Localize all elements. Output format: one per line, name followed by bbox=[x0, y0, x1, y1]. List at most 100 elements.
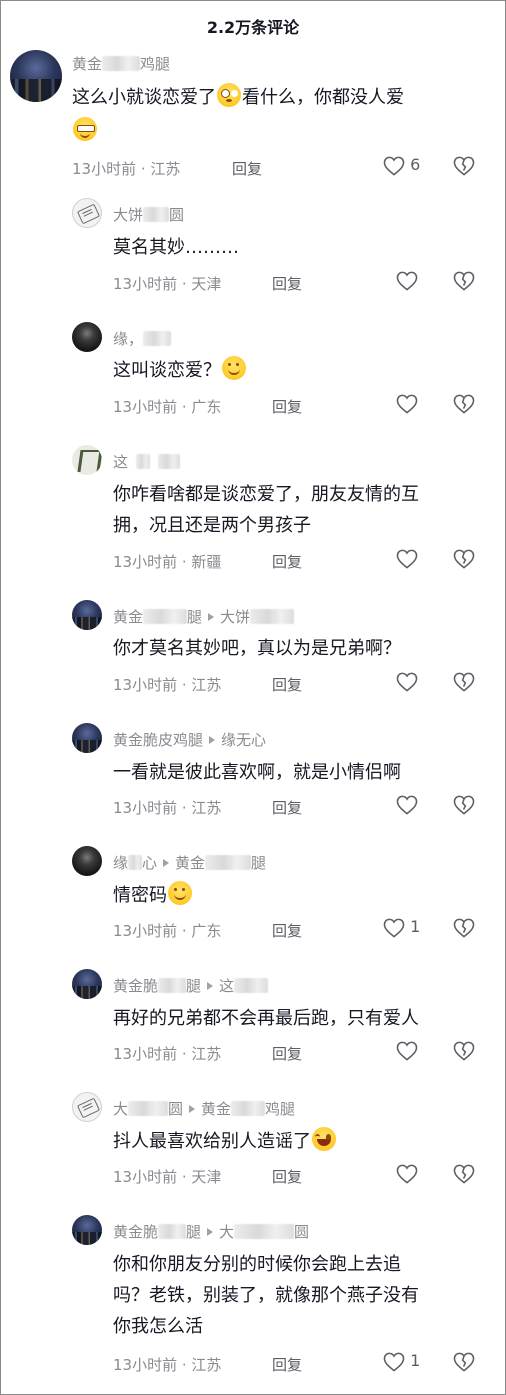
dislike-button[interactable] bbox=[453, 671, 475, 692]
like-button[interactable] bbox=[396, 393, 418, 414]
comment-author[interactable]: 黄金脆 腿大 圆 bbox=[113, 1221, 309, 1242]
broken-heart-icon bbox=[453, 795, 475, 815]
like-button[interactable]: 1 bbox=[383, 1351, 420, 1372]
comment-author[interactable]: 黄金脆皮鸡腿 缘无心 bbox=[113, 729, 266, 750]
comment-author[interactable]: 缘， bbox=[113, 328, 172, 349]
like-button[interactable] bbox=[396, 1040, 418, 1061]
author-name-part: 这 bbox=[113, 453, 129, 471]
comment-meta: 13小时前 · 广东 bbox=[113, 920, 221, 941]
like-button[interactable] bbox=[396, 548, 418, 569]
comment-time: 13小时前 bbox=[113, 1045, 178, 1063]
comment-author[interactable]: 大 圆黄金 鸡腿 bbox=[113, 1098, 295, 1119]
comment-author[interactable]: 黄金 鸡腿 bbox=[72, 53, 170, 74]
avatar[interactable] bbox=[72, 322, 102, 352]
reply-button[interactable]: 回复 bbox=[272, 674, 302, 695]
dislike-button[interactable] bbox=[453, 1040, 475, 1061]
comment-author[interactable]: 这 bbox=[113, 451, 181, 472]
comment-author[interactable]: 大饼 圆 bbox=[113, 204, 184, 225]
comment-author[interactable]: 黄金脆 腿这 bbox=[113, 975, 269, 996]
dislike-button[interactable] bbox=[453, 393, 475, 414]
avatar[interactable] bbox=[72, 198, 102, 228]
author-name-part: 黄金 bbox=[113, 608, 144, 626]
avatar[interactable] bbox=[10, 50, 62, 102]
comment-text-line: 看什么，你都没人爱 bbox=[242, 87, 404, 108]
reply-button[interactable]: 回复 bbox=[272, 396, 302, 417]
reply-to-name-part: 大饼 bbox=[220, 608, 251, 626]
broken-heart-icon bbox=[453, 156, 475, 176]
avatar[interactable] bbox=[72, 1215, 102, 1245]
comment-meta: 13小时前 · 新疆 bbox=[113, 551, 221, 572]
like-button[interactable] bbox=[396, 270, 418, 291]
comment-time: 13小时前 bbox=[113, 799, 178, 817]
reply-to-name-part: 黄金 bbox=[201, 1100, 232, 1118]
like-button[interactable]: 6 bbox=[383, 155, 420, 176]
comment-text-body: 情密码 bbox=[113, 885, 167, 906]
meta-separator: · bbox=[177, 1168, 192, 1186]
avatar[interactable] bbox=[72, 1092, 102, 1122]
redacted-blur bbox=[143, 331, 172, 346]
dislike-button[interactable] bbox=[453, 155, 475, 176]
avatar[interactable] bbox=[72, 846, 102, 876]
grin-emoji-icon bbox=[73, 117, 97, 141]
author-name-part: 黄金脆 bbox=[113, 977, 159, 995]
comment-text: 你和你朋友分别的时候你会跑上去追 吗？老铁，别装了，就像那个燕子没有 你我怎么活 bbox=[113, 1249, 419, 1342]
comment-meta: 13小时前 · 天津 bbox=[113, 273, 221, 294]
avatar[interactable] bbox=[72, 723, 102, 753]
redacted-blur bbox=[234, 978, 269, 993]
meta-separator: · bbox=[136, 160, 151, 178]
comment-meta: 13小时前 · 江苏 bbox=[113, 1043, 221, 1064]
heart-outline-icon bbox=[383, 918, 405, 938]
comment-text-line: 你咋看啥都是谈恋爱了，朋友友情的互 bbox=[113, 484, 419, 505]
redacted-blur bbox=[143, 609, 188, 624]
triangle-right-icon bbox=[208, 613, 215, 621]
meta-separator: · bbox=[177, 922, 192, 940]
dislike-button[interactable] bbox=[453, 794, 475, 815]
reply-button[interactable]: 回复 bbox=[272, 1043, 302, 1064]
broken-heart-icon bbox=[453, 271, 475, 291]
reply-button[interactable]: 回复 bbox=[272, 551, 302, 572]
reply-button[interactable]: 回复 bbox=[272, 920, 302, 941]
heart-outline-icon bbox=[396, 1164, 418, 1184]
comment-text-line: 拥，况且还是两个男孩子 bbox=[113, 515, 311, 536]
comment-time: 13小时前 bbox=[113, 553, 178, 571]
like-button[interactable]: 1 bbox=[383, 917, 420, 938]
reply-button[interactable]: 回复 bbox=[272, 797, 302, 818]
comment-text-body: 抖人最喜欢给别人造谣了 bbox=[113, 1131, 311, 1152]
like-button[interactable] bbox=[396, 794, 418, 815]
like-button[interactable] bbox=[396, 1163, 418, 1184]
comment-location: 新疆 bbox=[191, 553, 222, 571]
dislike-button[interactable] bbox=[453, 270, 475, 291]
reply-to-name-part: 黄金 bbox=[175, 854, 206, 872]
dislike-button[interactable] bbox=[453, 1351, 475, 1372]
comment-text-line: 这么小就谈恋爱了 bbox=[72, 87, 216, 108]
reply-to-name-part: 圆 bbox=[294, 1223, 310, 1241]
reply-button[interactable]: 回复 bbox=[272, 1354, 302, 1375]
avatar[interactable] bbox=[72, 969, 102, 999]
broken-heart-icon bbox=[453, 918, 475, 938]
author-name-part: 腿 bbox=[186, 1223, 202, 1241]
comment-author[interactable]: 缘心黄金 腿 bbox=[113, 852, 266, 873]
dislike-button[interactable] bbox=[453, 548, 475, 569]
meta-separator: · bbox=[177, 398, 192, 416]
reply-to-name-part: 这 bbox=[219, 977, 235, 995]
comment-text: 再好的兄弟都不会再最后跑，只有爱人 bbox=[113, 1008, 419, 1029]
reply-button[interactable]: 回复 bbox=[232, 158, 262, 179]
like-count: 6 bbox=[410, 155, 421, 174]
comment-text-line: 你和你朋友分别的时候你会跑上去追 bbox=[113, 1254, 401, 1275]
comment-location: 江苏 bbox=[150, 160, 181, 178]
dislike-button[interactable] bbox=[453, 1163, 475, 1184]
avatar[interactable] bbox=[72, 445, 102, 475]
comment-text: 情密码 bbox=[113, 880, 193, 911]
reply-button[interactable]: 回复 bbox=[272, 1166, 302, 1187]
redacted-blur bbox=[158, 978, 187, 993]
broken-heart-icon bbox=[453, 1352, 475, 1372]
comment-time: 13小时前 bbox=[113, 922, 178, 940]
heart-outline-icon bbox=[383, 1352, 405, 1372]
reply-button[interactable]: 回复 bbox=[272, 273, 302, 294]
comment-location: 天津 bbox=[191, 1168, 222, 1186]
meta-separator: · bbox=[177, 799, 192, 817]
avatar[interactable] bbox=[72, 600, 102, 630]
comment-author[interactable]: 黄金 腿大饼 bbox=[113, 606, 295, 627]
dislike-button[interactable] bbox=[453, 917, 475, 938]
like-button[interactable] bbox=[396, 671, 418, 692]
